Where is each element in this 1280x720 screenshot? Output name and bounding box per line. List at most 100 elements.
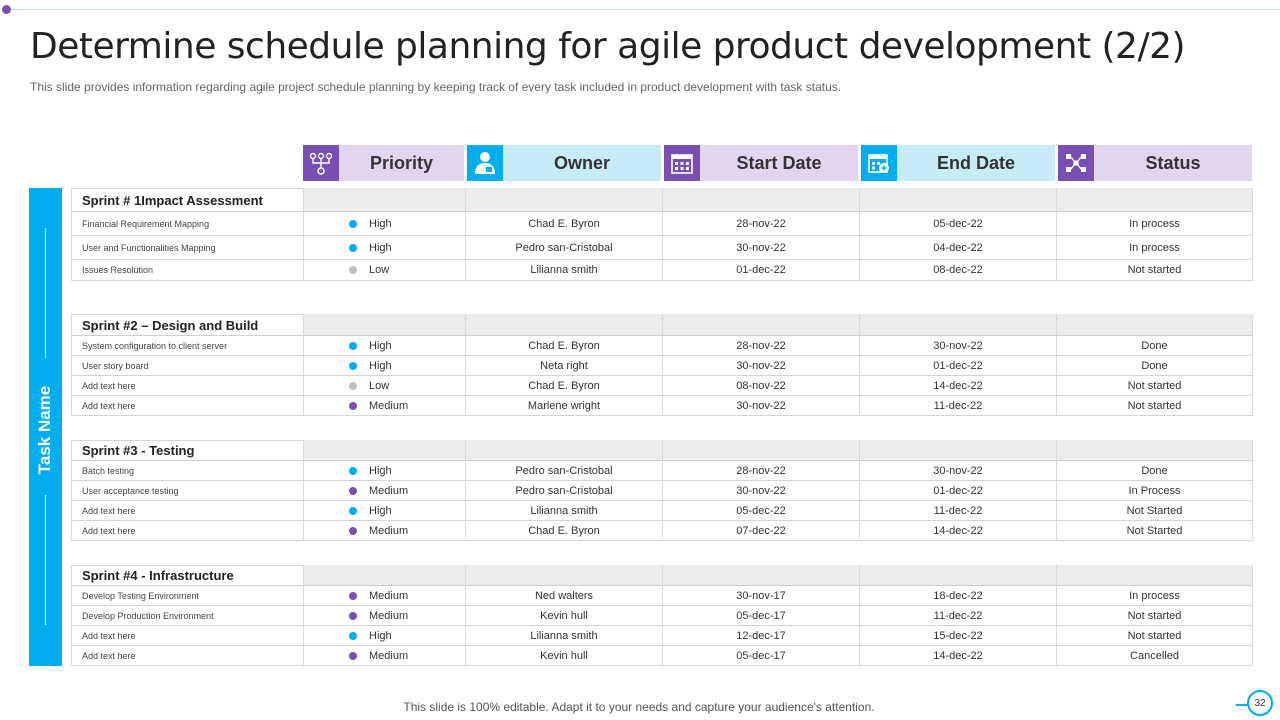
- workflow-icon: [303, 145, 339, 181]
- sprint-header-cell: [859, 440, 1056, 461]
- column-label-end-date: End Date: [897, 145, 1055, 181]
- owner-cell: Chad E. Byron: [465, 376, 662, 396]
- sprint-header-cell: [1056, 314, 1253, 336]
- sprint-header-cell: [662, 188, 859, 212]
- start-cell: 05-dec-17: [662, 646, 859, 666]
- priority-cell: Medium: [303, 586, 465, 606]
- task-cell: Add text here: [71, 646, 303, 666]
- column-header-owner: Owner: [467, 145, 661, 181]
- column-label-start-date: Start Date: [700, 145, 858, 181]
- owner-cell: Kevin hull: [465, 646, 662, 666]
- start-cell: 05-dec-22: [662, 501, 859, 521]
- end-cell: 01-dec-22: [859, 356, 1056, 376]
- task-cell: Develop Testing Environment: [71, 586, 303, 606]
- start-cell: 28-nov-22: [662, 461, 859, 481]
- priority-cell: Medium: [303, 396, 465, 416]
- slide-subtitle: This slide provides information regardin…: [30, 80, 842, 94]
- owner-cell: Chad E. Byron: [465, 336, 662, 356]
- owner-cell: Ned walters: [465, 586, 662, 606]
- priority-cell: Low: [303, 260, 465, 281]
- sprint-header-cell: [859, 314, 1056, 336]
- top-dot: [2, 5, 11, 14]
- priority-cell: Medium: [303, 481, 465, 501]
- end-cell: 14-dec-22: [859, 646, 1056, 666]
- start-cell: 30-nov-22: [662, 481, 859, 501]
- priority-cell: High: [303, 212, 465, 236]
- column-label-status: Status: [1094, 145, 1252, 181]
- sprint-header-cell: [1056, 565, 1253, 586]
- priority-label: Medium: [369, 649, 409, 662]
- owner-cell: Pedro san-Cristobal: [465, 481, 662, 501]
- priority-label: Medium: [369, 609, 409, 622]
- owner-cell: Chad E. Byron: [465, 521, 662, 541]
- priority-dot: [349, 526, 357, 535]
- status-cell: Done: [1056, 461, 1253, 481]
- start-cell: 28-nov-22: [662, 336, 859, 356]
- priority-label: High: [369, 464, 392, 477]
- task-cell: Financial Requirement Mapping: [71, 212, 303, 236]
- footer-note: This slide is 100% editable. Adapt it to…: [403, 700, 875, 714]
- sprint-header-cell: [465, 188, 662, 212]
- person-icon: [467, 145, 503, 181]
- priority-label: Medium: [369, 524, 409, 537]
- end-cell: 01-dec-22: [859, 481, 1056, 501]
- start-cell: 30-nov-17: [662, 586, 859, 606]
- priority-cell: High: [303, 626, 465, 646]
- task-cell: Add text here: [71, 396, 303, 416]
- priority-cell: High: [303, 501, 465, 521]
- end-cell: 08-dec-22: [859, 260, 1056, 281]
- sprint-title: Sprint #4 - Infrastructure: [71, 565, 303, 586]
- sprint-header-cell: [303, 565, 465, 586]
- owner-cell: Neta right: [465, 356, 662, 376]
- priority-cell: High: [303, 356, 465, 376]
- slide-title: Determine schedule planning for agile pr…: [30, 26, 1186, 67]
- task-cell: Add text here: [71, 626, 303, 646]
- status-cell: In process: [1056, 236, 1253, 260]
- end-cell: 14-dec-22: [859, 376, 1056, 396]
- owner-cell: Lilianna smith: [465, 501, 662, 521]
- calendar-add-icon: [861, 145, 897, 181]
- status-cell: Not started: [1056, 396, 1253, 416]
- priority-label: High: [369, 504, 392, 517]
- status-cell: Not started: [1056, 606, 1253, 626]
- priority-dot: [349, 631, 357, 640]
- start-cell: 07-dec-22: [662, 521, 859, 541]
- start-cell: 12-dec-17: [662, 626, 859, 646]
- sprint-header-cell: [662, 565, 859, 586]
- task-cell: Add text here: [71, 376, 303, 396]
- task-cell: Develop Production Environment: [71, 606, 303, 626]
- start-cell: 01-dec-22: [662, 260, 859, 281]
- sprint-header-cell: [465, 565, 662, 586]
- status-cell: Cancelled: [1056, 646, 1253, 666]
- sprint-header-cell: [465, 314, 662, 336]
- sprint-header-cell: [1056, 188, 1253, 212]
- task-cell: Add text here: [71, 501, 303, 521]
- status-cell: Not Started: [1056, 521, 1253, 541]
- priority-cell: High: [303, 461, 465, 481]
- priority-cell: Medium: [303, 606, 465, 626]
- priority-label: High: [369, 241, 392, 254]
- status-cell: Done: [1056, 356, 1253, 376]
- priority-dot: [349, 266, 357, 274]
- end-cell: 14-dec-22: [859, 521, 1056, 541]
- task-name-line-bottom: [45, 495, 46, 625]
- end-cell: 11-dec-22: [859, 396, 1056, 416]
- owner-cell: Pedro san-Cristobal: [465, 461, 662, 481]
- priority-dot: [349, 341, 357, 350]
- sprint-header-cell: [465, 440, 662, 461]
- end-cell: 18-dec-22: [859, 586, 1056, 606]
- priority-dot: [349, 591, 357, 600]
- task-cell: User and Functionalities Mapping: [71, 236, 303, 260]
- task-name-label: Task Name: [35, 385, 54, 475]
- start-cell: 28-nov-22: [662, 212, 859, 236]
- priority-label: High: [369, 359, 392, 372]
- sprint-header-cell: [303, 440, 465, 461]
- sprint-header-cell: [662, 440, 859, 461]
- sprint-header-cell: [1056, 440, 1253, 461]
- owner-cell: Marlene wright: [465, 396, 662, 416]
- start-cell: 05-dec-17: [662, 606, 859, 626]
- end-cell: 05-dec-22: [859, 212, 1056, 236]
- priority-label: Low: [369, 264, 390, 276]
- priority-label: High: [369, 339, 392, 352]
- owner-cell: Pedro san-Cristobal: [465, 236, 662, 260]
